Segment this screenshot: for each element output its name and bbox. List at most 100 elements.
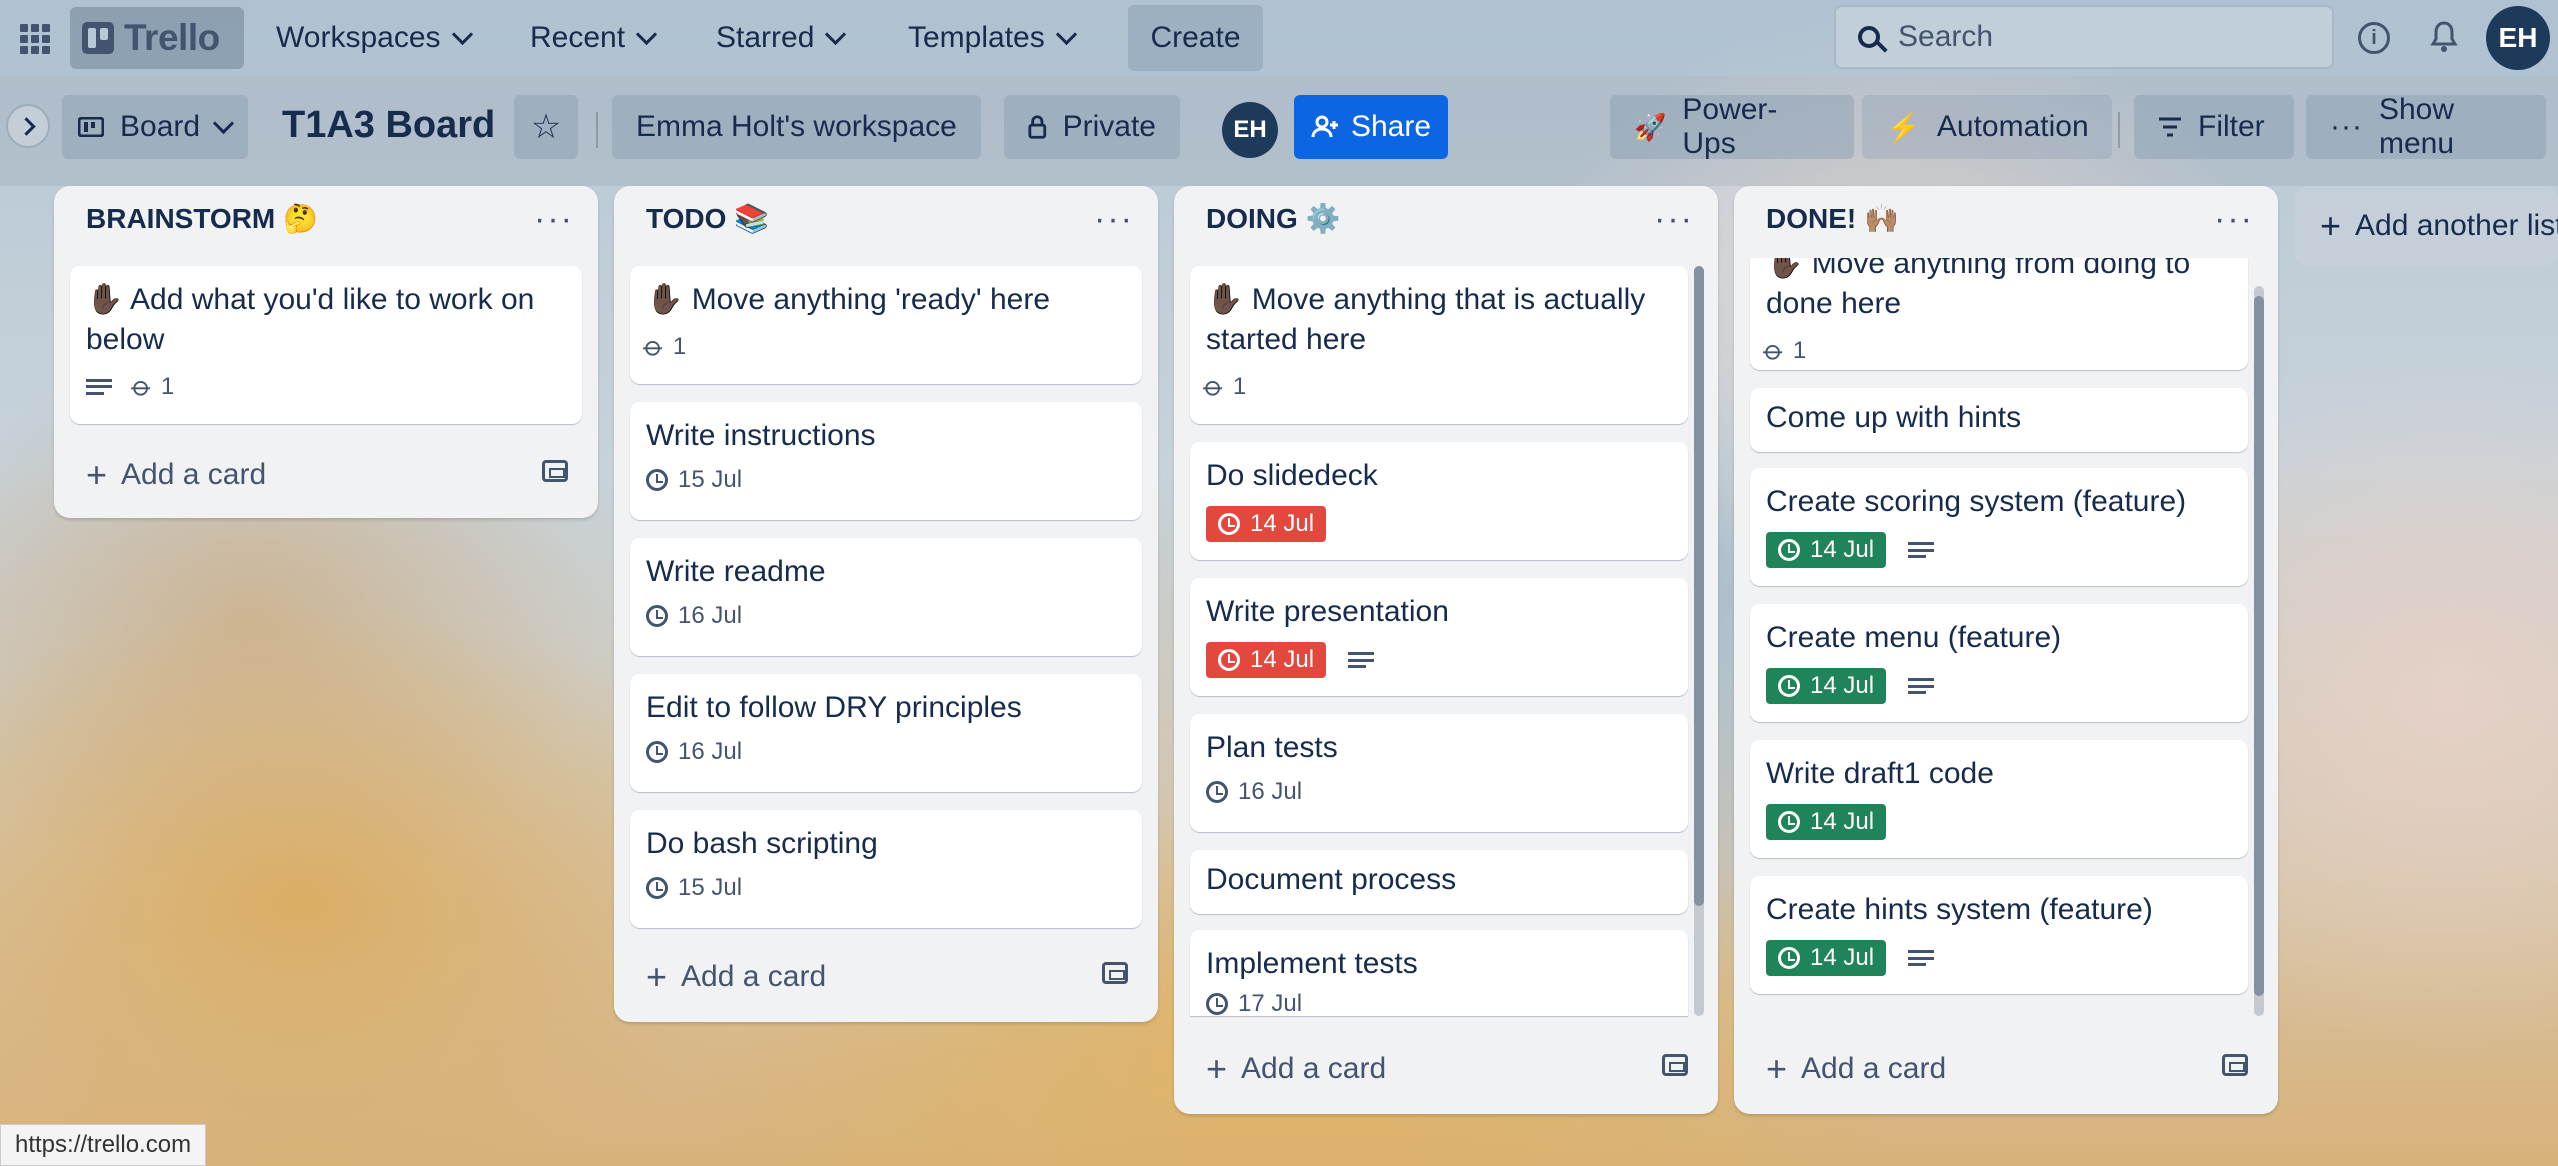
card-title: ✋🏿 Move anything 'ready' here [646,283,1051,316]
workspaces-menu[interactable]: Workspaces [276,14,473,62]
list-card[interactable]: Edit to follow DRY principles 16 Jul [630,674,1142,792]
automation-button[interactable]: ⚡ Automation [1862,95,2112,159]
list-card[interactable]: Implement tests 17 Jul [1190,930,1688,1017]
list-card[interactable]: Do bash scripting 15 Jul [630,810,1142,928]
recent-menu[interactable]: Recent [530,14,658,62]
add-card-label: Add a card [121,458,267,491]
card-template-icon[interactable] [2222,1054,2248,1076]
list-card[interactable]: Create menu (feature) 14 Jul [1750,604,2248,722]
add-list-label: Add another list [2355,209,2558,242]
add-card-button[interactable]: + Add a card [1206,1048,1386,1090]
plus-icon: + [86,454,108,495]
create-button[interactable]: Create [1128,5,1263,71]
list-card[interactable]: Create hints system (feature) 14 Jul [1750,876,2248,994]
power-ups-button[interactable]: 🚀 Power-Ups [1610,93,1854,160]
clock-icon [646,877,668,899]
view-label: Board [120,110,201,143]
card-template-icon[interactable] [542,460,568,482]
list-scrollbar-thumb[interactable] [2254,296,2264,996]
view-switcher-button[interactable]: Board [62,95,248,159]
card-template-icon[interactable] [1662,1054,1688,1076]
recent-label: Recent [530,21,626,54]
filter-button[interactable]: Filter [2134,95,2294,159]
list-card[interactable]: Write readme 16 Jul [630,538,1142,656]
templates-menu[interactable]: Templates [908,14,1077,62]
card-title: Do slidedeck [1206,459,1378,492]
member-avatar[interactable]: EH [1222,102,1278,158]
clock-icon [1206,781,1228,803]
starred-label: Starred [716,21,815,54]
list-card[interactable]: ✋🏿 Add what you'd like to work on below … [70,266,582,424]
list-card[interactable]: ✋🏿 Move anything from doing to done here… [1750,258,2248,370]
clock-icon [1206,993,1228,1015]
search-icon [1858,26,1880,48]
workspaces-label: Workspaces [276,21,441,54]
list-title[interactable]: TODO 📚 [646,202,769,235]
card-badges: 15 Jul [646,466,1126,494]
list-title[interactable]: DOING ⚙️ [1206,202,1340,235]
card-title: ✋🏿 Add what you'd like to work on below [86,283,535,356]
list-card[interactable]: Write instructions 15 Jul [630,402,1142,520]
due-date: 15 Jul [678,874,743,901]
paperclip-icon: ⌀ [1757,333,1792,368]
list-card[interactable]: Come up with hints [1750,388,2248,452]
add-card-button[interactable]: + Add a card [86,454,266,496]
notifications-bell-icon[interactable] [2430,20,2458,54]
due-date: 15 Jul [678,466,743,493]
sidebar-toggle-button[interactable] [6,104,50,148]
list-menu-icon[interactable]: ··· [2214,200,2254,239]
search-placeholder: Search [1898,20,1994,53]
card-badges: 16 Jul [646,738,1126,766]
list-card[interactable]: Create scoring system (feature) 14 Jul [1750,468,2248,586]
due-date: 16 Jul [1238,778,1303,805]
list-card[interactable]: ✋🏿 Move anything that is actually starte… [1190,266,1688,424]
info-icon[interactable]: i [2358,22,2390,54]
show-menu-button[interactable]: ··· Show menu [2306,93,2546,160]
plus-icon: + [646,956,668,997]
clock-icon [646,605,668,627]
board-view-icon [78,117,104,137]
paperclip-icon: ⌀ [637,329,672,364]
list-card[interactable]: Write presentation 14 Jul [1190,578,1688,696]
more-icon: ··· [2330,110,2363,143]
list-card[interactable]: Do slidedeck 14 Jul [1190,442,1688,560]
list-title[interactable]: DONE! 🙌🏽 [1766,202,1899,235]
card-title: Come up with hints [1766,401,2022,434]
card-template-icon[interactable] [1102,962,1128,984]
add-list-button[interactable]: + Add another list [2294,186,2558,266]
card-badges: 14 Jul [1766,532,2232,568]
card-title: Plan tests [1206,731,1338,764]
due-date: 14 Jul [1810,536,1875,563]
due-date-badge: 16 Jul [646,602,742,630]
starred-menu[interactable]: Starred [716,14,847,62]
search-input[interactable]: Search [1834,5,2334,69]
list-menu-icon[interactable]: ··· [534,200,574,239]
visibility-button[interactable]: Private [1004,95,1180,159]
description-icon [1908,678,1935,694]
list-card[interactable]: Plan tests 16 Jul [1190,714,1688,832]
clock-icon [1778,811,1800,833]
attachment-count: 1 [1232,372,1247,400]
list-scrollbar-thumb[interactable] [1694,266,1704,906]
description-icon [1908,950,1935,966]
list-title[interactable]: BRAINSTORM 🤔 [86,202,318,235]
app-switcher-icon[interactable] [20,24,50,54]
list-card[interactable]: ✋🏿 Move anything 'ready' here ⌀ 1 [630,266,1142,384]
add-card-label: Add a card [1801,1052,1947,1085]
list-card[interactable]: Write draft1 code 14 Jul [1750,740,2248,858]
account-avatar[interactable]: EH [2486,6,2550,70]
list-card[interactable]: Document process [1190,850,1688,914]
trello-logo[interactable]: Trello [70,7,244,69]
board-title[interactable]: T1A3 Board [282,104,495,147]
workspace-button[interactable]: Emma Holt's workspace [612,95,981,159]
add-card-button[interactable]: + Add a card [1766,1048,1946,1090]
list-menu-icon[interactable]: ··· [1654,200,1694,239]
complete-date-badge: 14 Jul [1766,940,1887,976]
filter-icon [2159,117,2181,137]
top-navigation: Trello Workspaces Recent Starred Templat… [0,0,2558,76]
list-menu-icon[interactable]: ··· [1094,200,1134,239]
description-icon [1348,652,1375,668]
share-button[interactable]: Share [1294,95,1448,159]
add-card-button[interactable]: + Add a card [646,956,826,998]
star-board-button[interactable]: ☆ [514,95,578,159]
